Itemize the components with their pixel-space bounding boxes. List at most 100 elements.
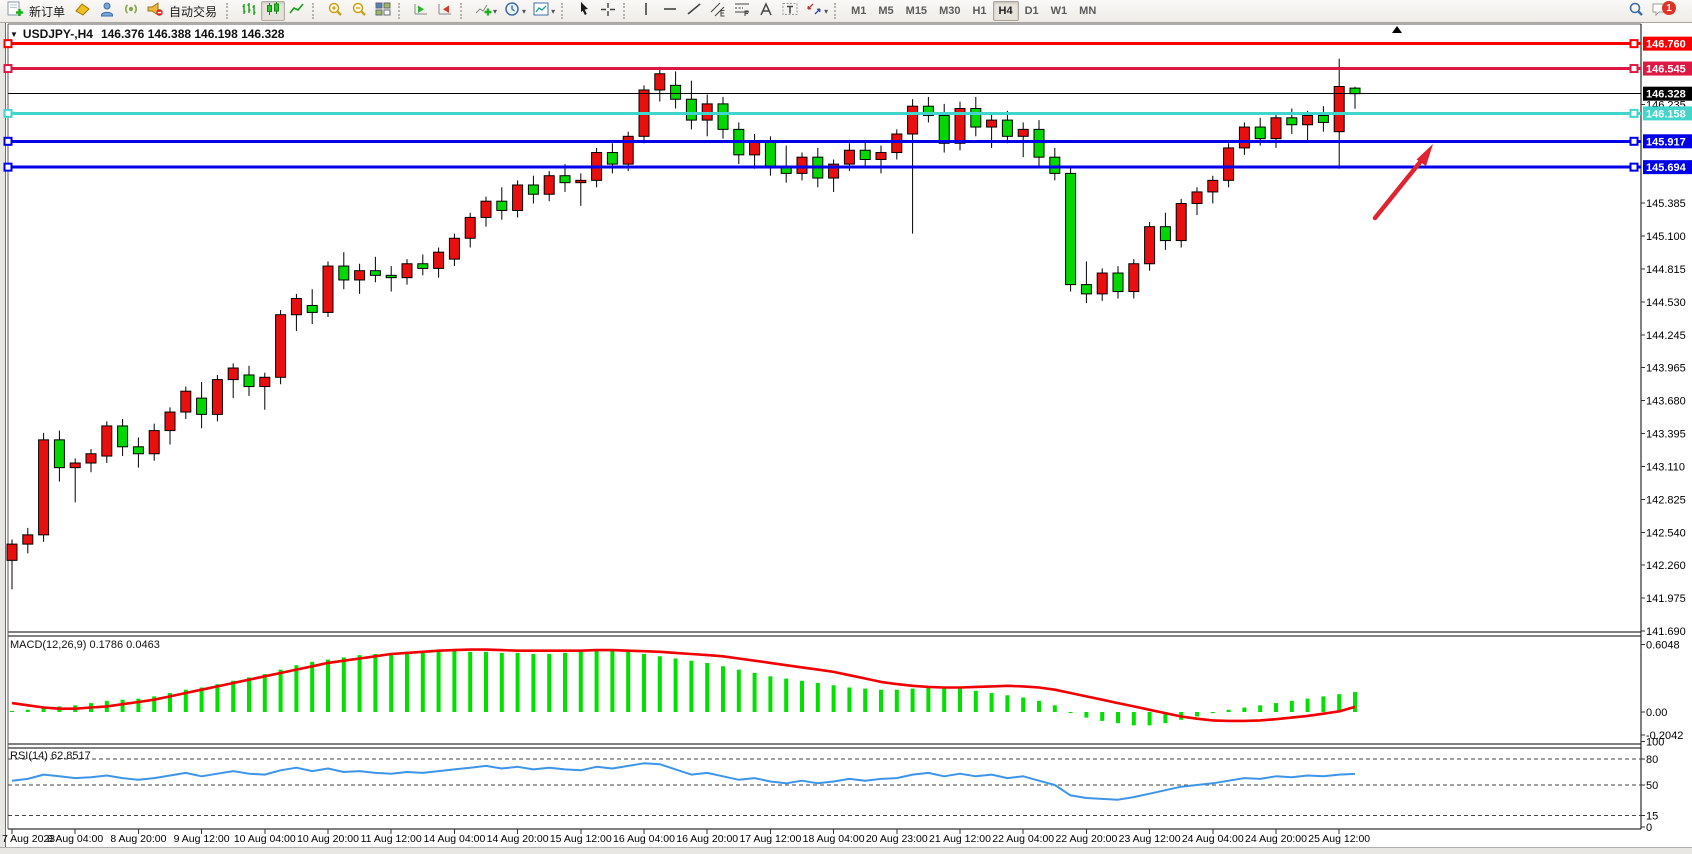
timeframe-button-m1[interactable]: M1 [845, 1, 872, 21]
timeframe-button-m30[interactable]: M30 [933, 1, 966, 21]
time-axis: 7 Aug 20238 Aug 04:008 Aug 20:009 Aug 12… [2, 829, 1370, 845]
vertical-line-button[interactable] [634, 1, 658, 21]
bid-price-line: 146.328 [8, 87, 1692, 101]
macd-indicator-label: MACD(12,26,9) 0.1786 0.0463 [10, 639, 160, 651]
svg-text:100: 100 [1646, 737, 1664, 749]
svg-text:14 Aug 04:00: 14 Aug 04:00 [423, 833, 485, 845]
search-button[interactable] [1624, 1, 1648, 21]
equidistant-channel-icon [709, 1, 727, 22]
timeframe-button-d1[interactable]: D1 [1019, 1, 1045, 21]
chart-title[interactable]: ▼ USDJPY-,H4 146.376 146.388 146.198 146… [10, 27, 284, 41]
new-order-button[interactable] [3, 1, 27, 21]
svg-text:23 Aug 12:00: 23 Aug 12:00 [1119, 833, 1181, 845]
templates-button[interactable]: ▾ [529, 1, 558, 21]
svg-text:143.395: 143.395 [1646, 428, 1686, 440]
text-label-button[interactable] [778, 1, 802, 21]
svg-text:10 Aug 04:00: 10 Aug 04:00 [234, 833, 296, 845]
periods-icon [503, 1, 521, 22]
periods-button[interactable]: ▾ [500, 1, 529, 21]
signal-icon [122, 1, 140, 22]
cursor-button[interactable] [572, 1, 596, 21]
horizontal-line-button[interactable] [658, 1, 682, 21]
toolbar-grip [623, 3, 631, 19]
price-line-146.158[interactable]: 146.158 [5, 106, 1692, 120]
indicators-button[interactable]: ▾ [471, 1, 500, 21]
svg-text:24 Aug 04:00: 24 Aug 04:00 [1182, 833, 1244, 845]
trendline-button[interactable] [682, 1, 706, 21]
search-icon [1627, 1, 1645, 22]
svg-text:18 Aug 04:00: 18 Aug 04:00 [803, 833, 865, 845]
signal-button[interactable] [119, 1, 143, 21]
candlestick-chart-button[interactable] [261, 1, 285, 21]
timeframe-button-m15[interactable]: M15 [900, 1, 933, 21]
timeframe-button-mn[interactable]: MN [1073, 1, 1102, 21]
svg-text:15: 15 [1646, 810, 1658, 822]
svg-text:25 Aug 12:00: 25 Aug 12:00 [1308, 833, 1370, 845]
svg-text:142.825: 142.825 [1646, 495, 1686, 507]
text-label-icon [781, 1, 799, 22]
svg-text:16 Aug 20:00: 16 Aug 20:00 [676, 833, 738, 845]
price-line-146.545[interactable]: 146.545 [5, 62, 1692, 76]
templates-icon [532, 1, 550, 22]
zoom-in-button[interactable] [323, 1, 347, 21]
svg-text:24 Aug 20:00: 24 Aug 20:00 [1245, 833, 1307, 845]
market-watch-icon [74, 1, 92, 22]
equidistant-channel-button[interactable] [706, 1, 730, 21]
text-icon [757, 1, 775, 22]
svg-text:141.975: 141.975 [1646, 593, 1686, 605]
svg-text:0.00: 0.00 [1646, 707, 1667, 719]
svg-text:145.385: 145.385 [1646, 198, 1686, 210]
svg-text:15 Aug 12:00: 15 Aug 12:00 [550, 833, 612, 845]
bar-chart-icon [240, 1, 258, 22]
fibonacci-icon [733, 1, 751, 22]
timeframe-button-w1[interactable]: W1 [1045, 1, 1074, 21]
new-order-label[interactable]: 新订单 [29, 3, 65, 20]
arrows-button[interactable]: ▾ [802, 1, 831, 21]
chevron-down-icon: ▾ [551, 7, 555, 16]
svg-text:144.245: 144.245 [1646, 330, 1686, 342]
timeframe-button-m5[interactable]: M5 [872, 1, 899, 21]
auto-scroll-button[interactable] [409, 1, 433, 21]
bar-chart-button[interactable] [237, 1, 261, 21]
chevron-down-icon: ▼ [10, 30, 18, 39]
auto-trading-button[interactable] [143, 1, 167, 21]
crosshair-button[interactable] [596, 1, 620, 21]
text-button[interactable] [754, 1, 778, 21]
chart-canvas[interactable]: 146.235145.385145.100144.815144.530144.2… [0, 0, 1692, 853]
svg-text:8 Aug 04:00: 8 Aug 04:00 [47, 833, 103, 845]
chevron-down-icon: ▾ [522, 7, 526, 16]
ohlc-values: 146.376 146.388 146.198 146.328 [101, 27, 285, 41]
tile-windows-button[interactable] [371, 1, 395, 21]
timeframe-button-h4[interactable]: H4 [993, 1, 1019, 21]
svg-text:17 Aug 12:00: 17 Aug 12:00 [739, 833, 801, 845]
svg-text:16 Aug 04:00: 16 Aug 04:00 [613, 833, 675, 845]
horizontal-line-icon [661, 1, 679, 22]
candlestick-chart-icon [264, 1, 282, 22]
svg-text:145.100: 145.100 [1646, 231, 1686, 243]
indicators-icon [474, 1, 492, 22]
fibonacci-button[interactable] [730, 1, 754, 21]
svg-text:50: 50 [1646, 780, 1658, 792]
zoom-out-button[interactable] [347, 1, 371, 21]
svg-text:0.6048: 0.6048 [1646, 640, 1680, 652]
toolbar-grip [312, 3, 320, 19]
market-watch-button[interactable] [71, 1, 95, 21]
line-chart-button[interactable] [285, 1, 309, 21]
crosshair-icon [599, 1, 617, 22]
arrows-icon [805, 1, 823, 22]
svg-text:143.110: 143.110 [1646, 461, 1685, 473]
rsi-indicator-label: RSI(14) 62.8517 [10, 750, 91, 762]
price-line-145.917[interactable]: 145.917 [5, 134, 1692, 148]
toolbar-grip [460, 3, 468, 19]
macd-pane: 0.60480.00-0.2042 [10, 640, 1683, 742]
chart-shift-icon [436, 1, 454, 22]
auto-trading-icon [146, 1, 164, 22]
auto-trading-label[interactable]: 自动交易 [169, 3, 217, 20]
line-chart-icon [288, 1, 306, 22]
notifications-button[interactable]: 1 [1648, 1, 1686, 21]
chart-shift-button[interactable] [433, 1, 457, 21]
navigator-button[interactable] [95, 1, 119, 21]
timeframe-button-h1[interactable]: H1 [966, 1, 992, 21]
trend-arrow-annotation[interactable] [1375, 144, 1433, 218]
cursor-icon [575, 1, 593, 22]
